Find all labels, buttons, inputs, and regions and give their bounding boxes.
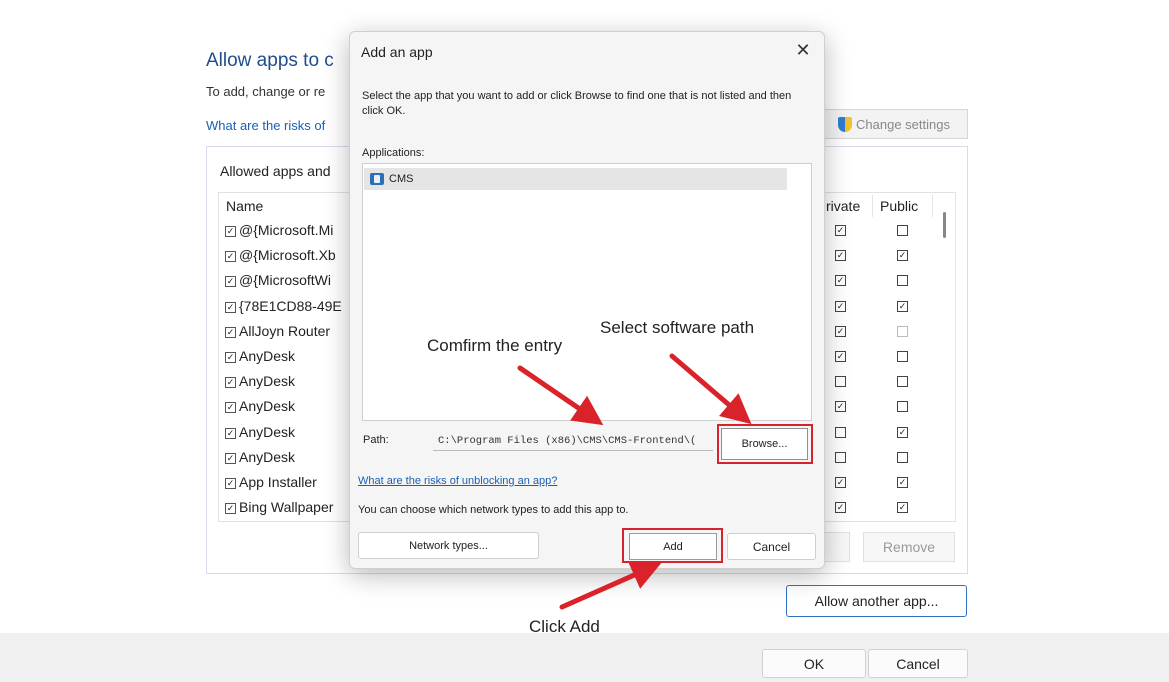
public-checkbox[interactable] (897, 325, 908, 337)
remove-button[interactable]: Remove (863, 532, 955, 562)
column-divider (932, 195, 933, 217)
public-checkbox[interactable] (897, 351, 908, 362)
row-app-name: {78E1CD88-49E (239, 297, 342, 314)
change-settings-label: Change settings (856, 116, 950, 132)
private-checkbox[interactable]: ✓ (835, 502, 846, 514)
table-row[interactable]: ✓ AnyDesk (225, 449, 295, 465)
annotation-click-add: Click Add (529, 617, 600, 636)
row-enabled-checkbox[interactable]: ✓ (225, 452, 236, 464)
add-highlight-box (622, 528, 723, 563)
table-row[interactable]: ✓ AnyDesk (225, 398, 295, 414)
application-item-cms[interactable]: CMS (364, 168, 787, 190)
row-enabled-checkbox[interactable]: ✓ (225, 301, 236, 313)
uac-shield-icon (838, 116, 853, 132)
network-types-hint: You can choose which network types to ad… (358, 504, 629, 516)
applications-list (362, 163, 812, 421)
table-row[interactable]: ✓ App Installer (225, 474, 317, 490)
row-enabled-checkbox[interactable]: ✓ (225, 478, 236, 489)
page-title: Allow apps to c (206, 50, 334, 71)
unblocking-risks-link[interactable]: What are the risks of unblocking an app? (358, 475, 557, 487)
row-app-name: App Installer (239, 474, 317, 490)
row-enabled-checkbox[interactable]: ✓ (225, 326, 236, 338)
private-checkbox[interactable] (835, 451, 846, 463)
browse-highlight-box (717, 424, 813, 464)
row-enabled-checkbox[interactable]: ✓ (225, 352, 236, 363)
public-checkbox[interactable]: ✓ (897, 502, 908, 514)
public-checkbox[interactable]: ✓ (897, 300, 908, 312)
public-checkbox[interactable]: ✓ (897, 426, 908, 438)
cms-app-icon (369, 171, 387, 187)
column-header-public[interactable]: Public (880, 198, 918, 214)
public-checkbox[interactable] (897, 451, 908, 463)
close-icon[interactable]: ✕ (792, 39, 814, 61)
allow-another-app-button[interactable]: Allow another app... (786, 585, 967, 617)
dialog-cancel-button[interactable]: Cancel (727, 533, 816, 560)
row-enabled-checkbox[interactable]: ✓ (225, 427, 236, 439)
allowed-apps-label: Allowed apps and (220, 163, 331, 179)
annotation-confirm-entry: Comfirm the entry (427, 336, 563, 355)
cancel-button[interactable]: Cancel (868, 649, 968, 678)
path-field[interactable]: C:\Program Files (x86)\CMS\CMS-Frontend\… (433, 431, 713, 451)
dialog-description: Select the app that you want to add or c… (362, 90, 792, 117)
row-enabled-checkbox[interactable]: ✓ (225, 377, 236, 389)
change-settings-button[interactable]: Change settings (820, 109, 968, 139)
table-row[interactable]: ✓ AnyDesk (225, 424, 295, 440)
row-app-name: @{Microsoft.Xb (239, 247, 336, 264)
public-checkbox[interactable] (897, 275, 908, 287)
table-row[interactable]: ✓ AllJoyn Router (225, 323, 330, 339)
network-types-button[interactable]: Network types... (358, 532, 539, 559)
private-checkbox[interactable]: ✓ (835, 325, 846, 337)
annotation-select-path: Select software path (600, 318, 755, 337)
private-checkbox[interactable]: ✓ (835, 401, 846, 413)
row-enabled-checkbox[interactable]: ✓ (225, 276, 236, 288)
row-app-name: AllJoyn Router (239, 322, 331, 339)
dialog-title: Add an app (361, 44, 433, 60)
row-app-name: AnyDesk (239, 448, 296, 465)
private-checkbox[interactable]: ✓ (835, 300, 846, 312)
table-row[interactable]: ✓ @{Microsoft.Mi (225, 222, 333, 238)
table-row[interactable]: ✓ Bing Wallpaper (225, 499, 333, 515)
details-button[interactable] (823, 532, 850, 562)
row-enabled-checkbox[interactable]: ✓ (225, 251, 236, 263)
risks-link[interactable]: What are the risks of (206, 118, 325, 133)
public-checkbox[interactable] (897, 225, 908, 236)
row-app-name: Bing Wallpaper (239, 499, 334, 516)
application-item-label: CMS (389, 173, 414, 185)
row-app-name: AnyDesk (239, 373, 296, 390)
ok-button[interactable]: OK (762, 649, 866, 678)
row-app-name: @{Microsoft.Mi (239, 222, 334, 238)
table-row[interactable]: ✓ AnyDesk (225, 373, 295, 389)
private-checkbox[interactable] (835, 426, 846, 438)
applications-label: Applications: (362, 147, 425, 159)
private-checkbox[interactable]: ✓ (835, 250, 846, 262)
footer-bar (0, 633, 1169, 682)
column-divider (872, 195, 873, 217)
public-checkbox[interactable]: ✓ (897, 477, 908, 488)
list-scrollbar[interactable] (943, 212, 946, 238)
public-checkbox[interactable] (897, 376, 908, 388)
row-app-name: AnyDesk (239, 348, 296, 364)
column-header-private[interactable]: rivate (826, 198, 860, 214)
private-checkbox[interactable] (835, 376, 846, 388)
table-row[interactable]: ✓ @{MicrosoftWi (225, 272, 331, 288)
page-subtitle: To add, change or re (206, 84, 326, 99)
private-checkbox[interactable]: ✓ (835, 477, 846, 488)
private-checkbox[interactable]: ✓ (835, 351, 846, 362)
table-row[interactable]: ✓ AnyDesk (225, 348, 295, 364)
table-row[interactable]: ✓ {78E1CD88-49E (225, 298, 342, 314)
row-app-name: @{MicrosoftWi (239, 272, 331, 289)
public-checkbox[interactable]: ✓ (897, 250, 908, 262)
column-header-name[interactable]: Name (226, 198, 263, 214)
public-checkbox[interactable] (897, 401, 908, 413)
table-row[interactable]: ✓ @{Microsoft.Xb (225, 247, 336, 263)
row-enabled-checkbox[interactable]: ✓ (225, 503, 236, 515)
path-label: Path: (363, 434, 389, 446)
row-enabled-checkbox[interactable]: ✓ (225, 402, 236, 414)
row-app-name: AnyDesk (239, 423, 296, 440)
private-checkbox[interactable]: ✓ (835, 275, 846, 287)
row-app-name: AnyDesk (239, 398, 296, 415)
row-enabled-checkbox[interactable]: ✓ (225, 226, 236, 237)
private-checkbox[interactable]: ✓ (835, 225, 846, 236)
